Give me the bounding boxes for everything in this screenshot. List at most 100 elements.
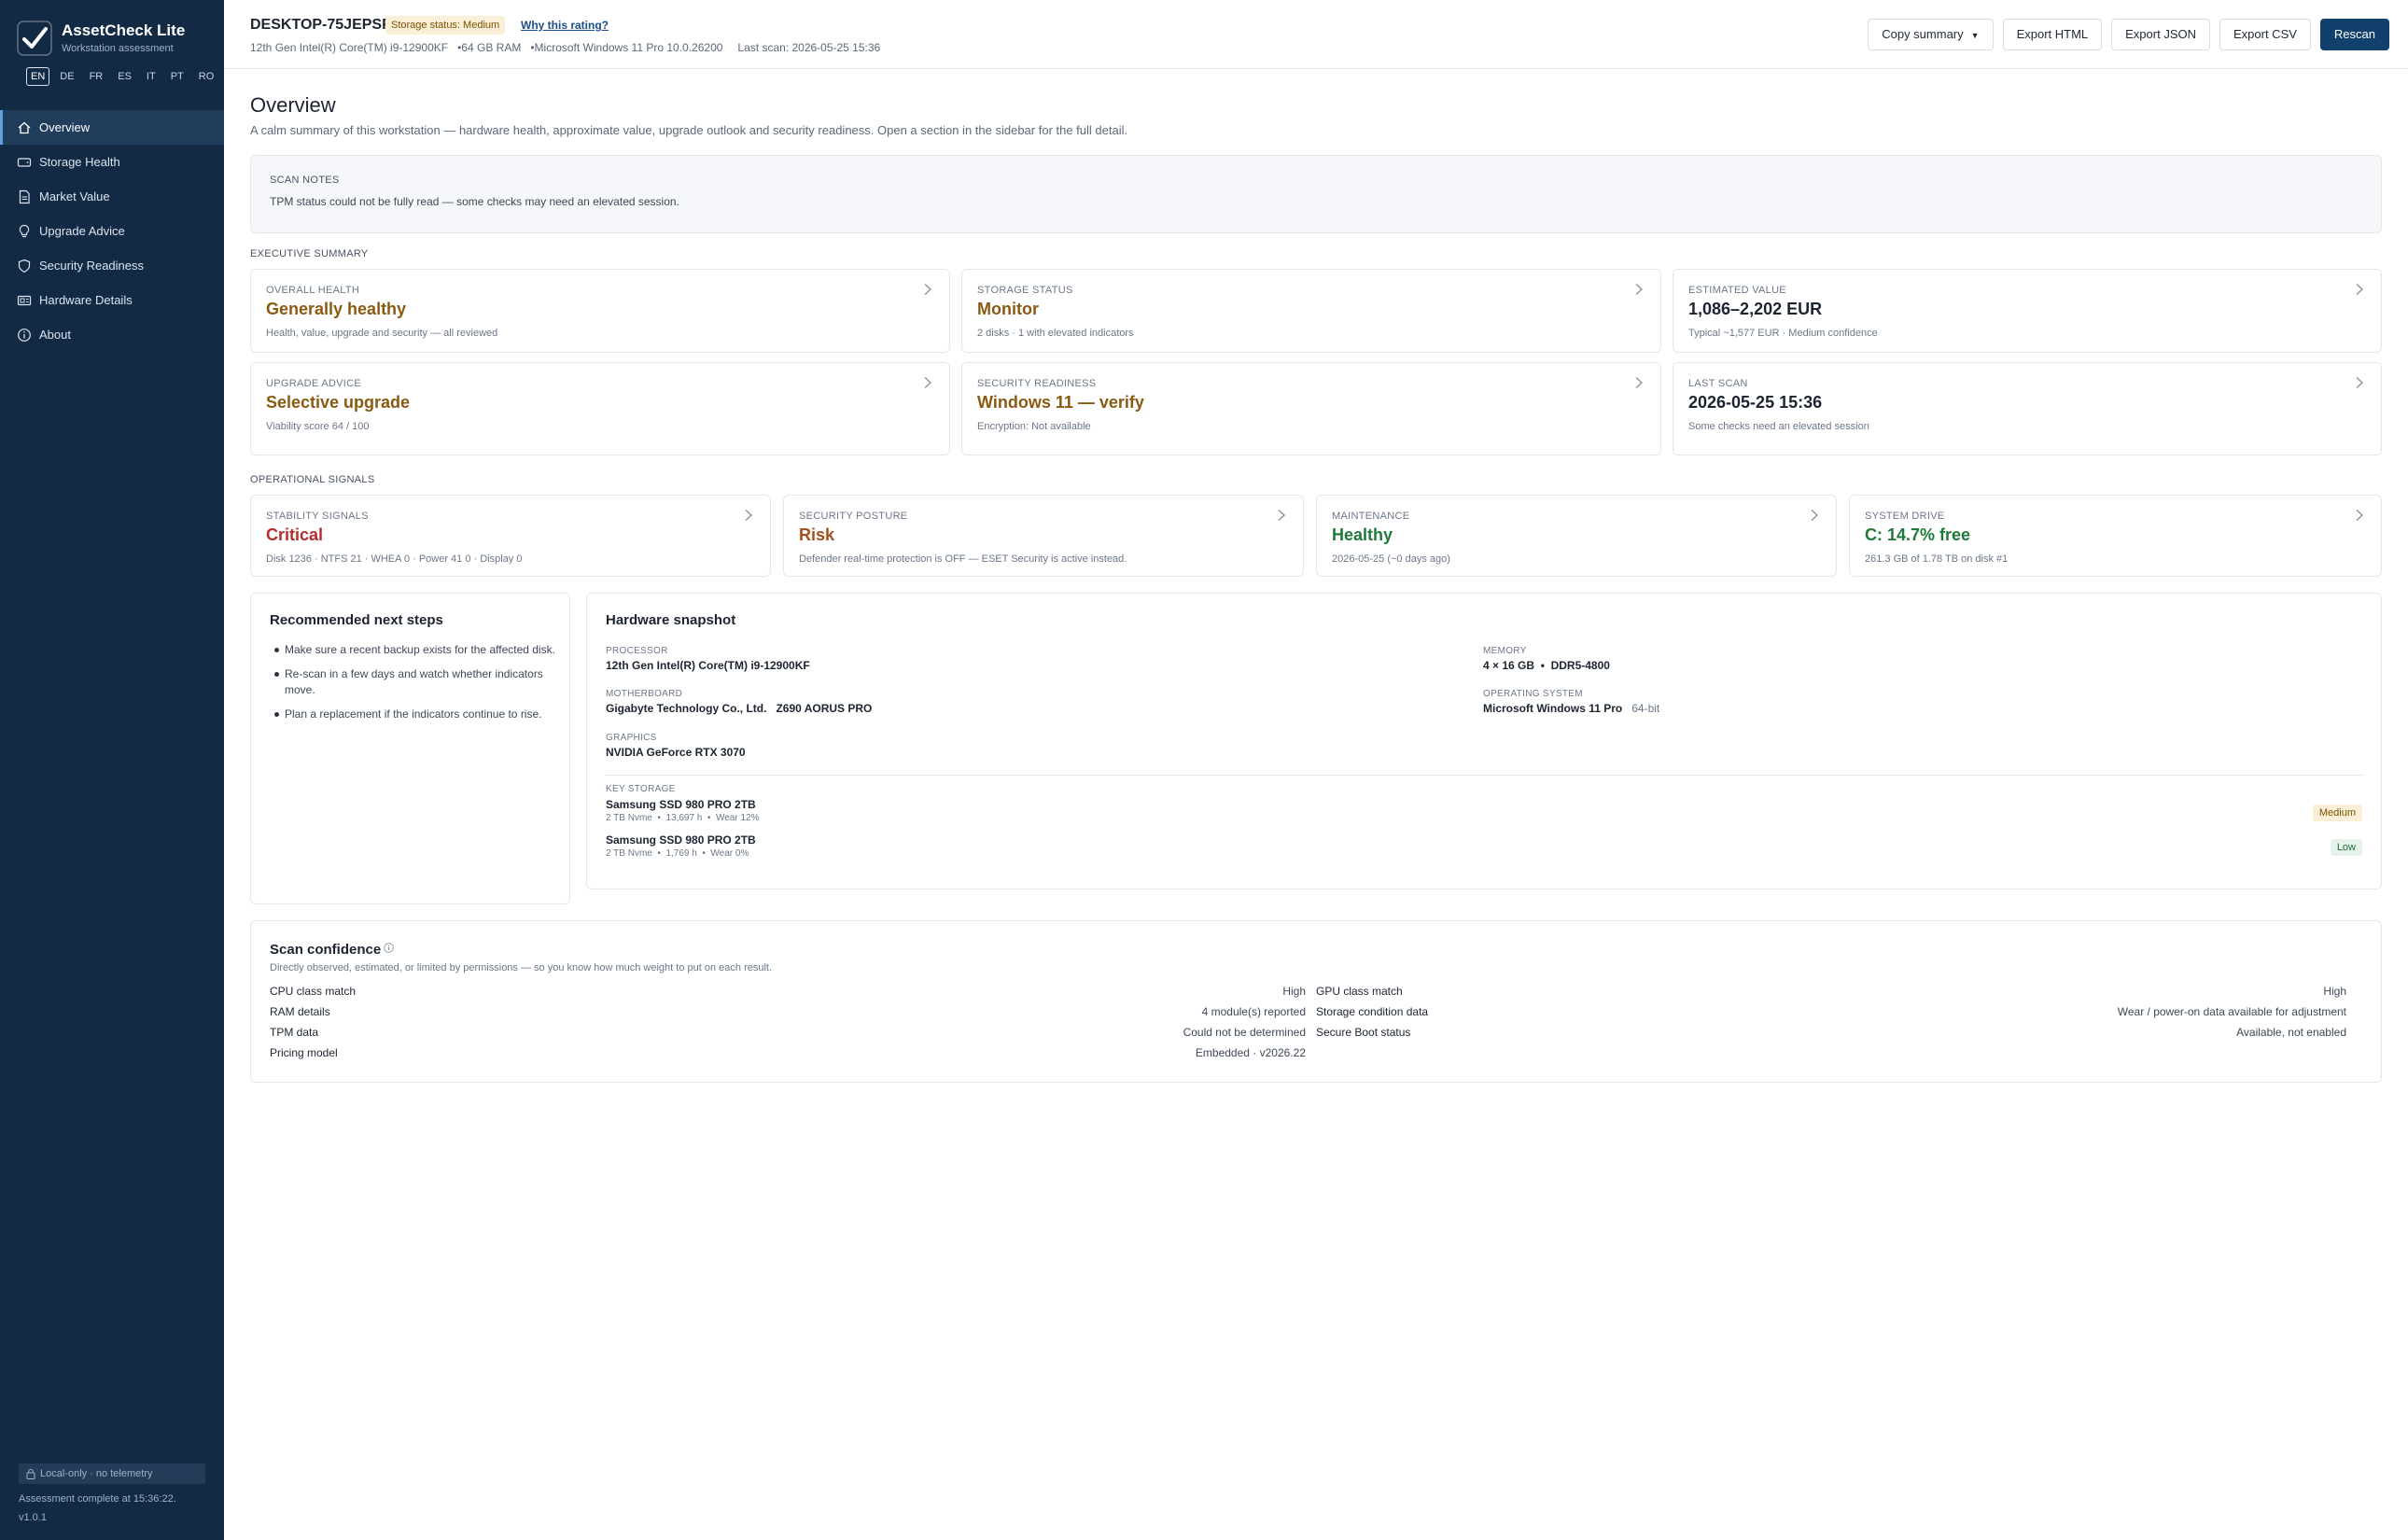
summary-card-estimated-value[interactable]: ESTIMATED VALUE 1,086–2,202 EUR Typical …	[1673, 269, 2382, 353]
why-rating-link[interactable]: Why this rating?	[521, 19, 609, 32]
disk-1-name: Samsung SSD 980 PRO 2TB	[606, 798, 756, 811]
card-subtext: 2026-05-25 (~0 days ago)	[1332, 553, 1450, 565]
lang-fr[interactable]: FR	[85, 67, 108, 86]
chevron-right-icon	[1811, 509, 1819, 522]
card-label: SYSTEM DRIVE	[1865, 511, 1945, 522]
sidebar-item-label: Overview	[39, 120, 91, 134]
bullet-icon	[274, 648, 279, 652]
sidebar-item-upgrade-advice[interactable]: Upgrade Advice	[0, 214, 224, 248]
confidence-value: Embedded · v2026.22	[1195, 1046, 1306, 1059]
confidence-key: TPM data	[270, 1026, 319, 1039]
signal-card-maintenance[interactable]: MAINTENANCE Healthy 2026-05-25 (~0 days …	[1316, 495, 1837, 577]
motherboard-model: Z690 AORUS PRO	[776, 702, 873, 715]
summary-card-storage-status[interactable]: STORAGE STATUS Monitor 2 disks · 1 with …	[961, 269, 1661, 353]
sidebar-item-storage-health[interactable]: Storage Health	[0, 145, 224, 179]
top-header: DESKTOP-75JEPSF Storage status: Medium W…	[224, 0, 2408, 69]
lang-ro[interactable]: RO	[194, 67, 219, 86]
card-value: Critical	[266, 525, 324, 544]
chevron-right-icon	[2356, 283, 2364, 296]
page-title: Overview	[250, 93, 336, 117]
local-only-badge: Local-only · no telemetry	[19, 1463, 205, 1484]
copy-summary-label: Copy summary	[1882, 27, 1964, 41]
sidebar-item-label: Storage Health	[39, 155, 120, 169]
operational-signals-heading: OPERATIONAL SIGNALS	[250, 474, 375, 485]
sidebar-item-label: Security Readiness	[39, 259, 144, 273]
os-arch: 64-bit	[1631, 702, 1660, 715]
lang-en[interactable]: EN	[26, 67, 50, 86]
export-csv-button[interactable]: Export CSV	[2219, 19, 2311, 50]
confidence-row: Storage condition data Wear / power-on da…	[1316, 1005, 2346, 1020]
export-json-button[interactable]: Export JSON	[2111, 19, 2210, 50]
step-text: Re-scan in a few days and watch whether …	[285, 667, 543, 696]
confidence-value: 4 module(s) reported	[1201, 1005, 1306, 1018]
card-value: Healthy	[1332, 525, 1393, 544]
card-value: Generally healthy	[266, 300, 407, 318]
sidebar-item-security-readiness[interactable]: Security Readiness	[0, 248, 224, 283]
drive-icon	[17, 157, 32, 167]
lang-de[interactable]: DE	[55, 67, 78, 86]
signal-card-security-posture[interactable]: SECURITY POSTURE Risk Defender real-time…	[783, 495, 1304, 577]
motherboard-label: MOTHERBOARD	[606, 689, 683, 699]
hardware-icon	[17, 295, 32, 305]
chevron-right-icon	[2356, 376, 2364, 389]
confidence-row: Secure Boot status Available, not enabled	[1316, 1026, 2346, 1041]
scan-notes-panel: SCAN NOTES TPM status could not be fully…	[250, 155, 2382, 233]
confidence-key: CPU class match	[270, 985, 357, 998]
chevron-right-icon	[924, 376, 932, 389]
sidebar-item-market-value[interactable]: Market Value	[0, 179, 224, 214]
sidebar-item-label: Upgrade Advice	[39, 224, 125, 238]
chevron-right-icon	[1278, 509, 1286, 522]
signal-card-system-drive[interactable]: SYSTEM DRIVE C: 14.7% free 261.3 GB of 1…	[1849, 495, 2382, 577]
card-value: C: 14.7% free	[1865, 525, 1971, 544]
header-actions: Copy summary ▼ Export HTML Export JSON Ex…	[1868, 19, 2389, 50]
copy-summary-button[interactable]: Copy summary ▼	[1868, 19, 1994, 50]
lang-es[interactable]: ES	[113, 67, 136, 86]
info-icon	[18, 328, 31, 342]
chevron-right-icon	[1635, 376, 1644, 389]
card-subtext: 261.3 GB of 1.78 TB on disk #1	[1865, 553, 2009, 565]
card-subtext: Encryption: Not available	[977, 421, 1091, 432]
card-subtext: Some checks need an elevated session	[1688, 421, 1869, 432]
local-only-text: Local-only · no telemetry	[40, 1468, 153, 1479]
export-html-button[interactable]: Export HTML	[2002, 19, 2103, 50]
os-value: Microsoft Windows 11 Pro 64-bit	[1483, 702, 1659, 715]
card-label: STORAGE STATUS	[977, 285, 1073, 296]
card-label: LAST SCAN	[1688, 378, 1748, 389]
list-item: Re-scan in a few days and watch whether …	[270, 666, 559, 698]
sidebar: AssetCheck Lite Workstation assessment E…	[0, 0, 224, 1540]
summary-card-overall-health[interactable]: OVERALL HEALTH Generally healthy Health,…	[250, 269, 950, 353]
rescan-button[interactable]: Rescan	[2319, 19, 2389, 50]
scan-notes-text: TPM status could not be fully read — som…	[270, 195, 679, 208]
summary-card-security-readiness[interactable]: SECURITY READINESS Windows 11 — verify E…	[961, 362, 1661, 455]
lang-it[interactable]: IT	[142, 67, 161, 86]
card-subtext: Health, value, upgrade and security — al…	[266, 328, 498, 339]
last-scan-value: 2026-05-25 15:36	[791, 41, 881, 54]
sidebar-item-overview[interactable]: Overview	[0, 110, 224, 145]
card-value: Selective upgrade	[266, 393, 411, 412]
confidence-value: High	[1282, 985, 1306, 998]
checkmark-logo-icon	[17, 21, 52, 56]
memory-label: MEMORY	[1483, 646, 1527, 656]
confidence-row: RAM details 4 module(s) reported	[270, 1005, 1306, 1020]
summary-card-last-scan[interactable]: LAST SCAN 2026-05-25 15:36 Some checks n…	[1673, 362, 2382, 455]
sidebar-item-label: About	[39, 328, 71, 342]
sidebar-item-about[interactable]: About	[0, 317, 224, 352]
confidence-key: RAM details	[270, 1005, 330, 1018]
chevron-right-icon	[1635, 283, 1644, 296]
sidebar-item-hardware-details[interactable]: Hardware Details	[0, 283, 224, 317]
disk-1-rating-badge: Medium	[2312, 805, 2362, 821]
info-icon[interactable]	[384, 943, 394, 953]
card-subtext: Disk 1236 · NTFS 21 · WHEA 0 · Power 41 …	[266, 553, 523, 565]
os-name: Microsoft Windows 11 Pro	[1483, 702, 1623, 715]
lang-pt[interactable]: PT	[166, 67, 189, 86]
app-name: AssetCheck Lite	[62, 21, 186, 39]
signal-card-stability[interactable]: STABILITY SIGNALS Critical Disk 1236 · N…	[250, 495, 771, 577]
card-label: ESTIMATED VALUE	[1688, 285, 1786, 296]
disk-2-rating-badge: Low	[2330, 839, 2362, 856]
cpu-spec: 12th Gen Intel(R) Core(TM) i9-12900KF	[250, 41, 449, 54]
card-subtext: Typical ~1,577 EUR · Medium confidence	[1688, 328, 1878, 339]
card-label: OVERALL HEALTH	[266, 285, 360, 296]
confidence-key: Secure Boot status	[1316, 1026, 1411, 1039]
card-value: 2026-05-25 15:36	[1688, 393, 1823, 412]
summary-card-upgrade-advice[interactable]: UPGRADE ADVICE Selective upgrade Viabili…	[250, 362, 950, 455]
